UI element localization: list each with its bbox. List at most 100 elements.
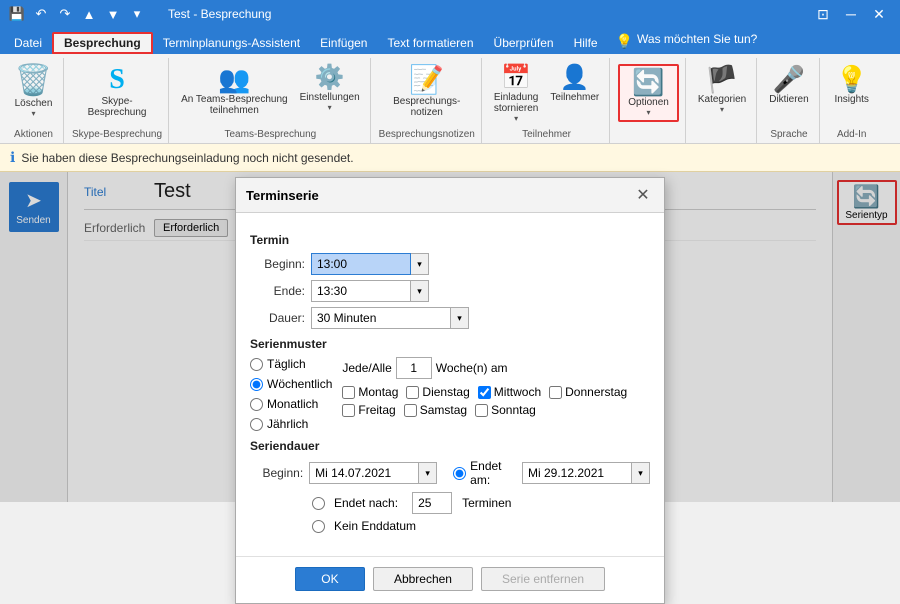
pattern-grid: Täglich Wöchentlich Monatlich Jährl [250, 357, 650, 431]
kein-enddatum-radio[interactable] [312, 520, 325, 533]
monatlich-label[interactable]: Monatlich [267, 397, 318, 411]
seriendauer-beginn-input[interactable] [309, 462, 419, 484]
insights-label: Insights [834, 94, 868, 105]
teams-settings-btn[interactable]: ⚙️ Einstellungen ▾ [296, 64, 364, 114]
endet-nach-label[interactable]: Endet nach: [334, 496, 398, 510]
ribbon-group-teams: 👥 An Teams-Besprechungteilnehmen ⚙️ Eins… [171, 58, 371, 143]
sonntag-checkbox[interactable] [475, 404, 488, 417]
tab-ueberpruefen[interactable]: Überprüfen [484, 32, 564, 54]
samstag-label[interactable]: Samstag [420, 403, 467, 417]
teams-label: Teams-Besprechung [225, 127, 317, 143]
redo-icon[interactable]: ↷ [56, 5, 74, 23]
customize-icon[interactable]: ▾ [128, 5, 146, 23]
dauer-input[interactable] [311, 307, 451, 329]
tab-einfuegen[interactable]: Einfügen [310, 32, 377, 54]
notizen-label: Besprechungsnotizen [379, 127, 475, 143]
freitag-label[interactable]: Freitag [358, 403, 395, 417]
endet-am-dropdown[interactable]: ▾ [632, 462, 650, 484]
termin-dauer-row: Dauer: ▾ [250, 307, 650, 329]
tab-datei[interactable]: Datei [4, 32, 52, 54]
tab-terminplanungs[interactable]: Terminplanungs-Assistent [153, 32, 310, 54]
dauer-dropdown-btn[interactable]: ▾ [451, 307, 469, 329]
sonntag-label[interactable]: Sonntag [491, 403, 536, 417]
seriendauer-beginn-dropdown[interactable]: ▾ [419, 462, 437, 484]
down-icon[interactable]: ▼ [104, 5, 122, 23]
skype-btn[interactable]: S Skype-Besprechung [84, 64, 151, 120]
modal-overlay: Terminserie ✕ Termin Beginn: ▾ Ende: [0, 172, 900, 502]
freitag-checkbox[interactable] [342, 404, 355, 417]
up-icon[interactable]: ▲ [80, 5, 98, 23]
serie-entfernen-btn[interactable]: Serie entfernen [481, 567, 605, 591]
close-btn[interactable]: ✕ [866, 4, 892, 24]
beginn-input[interactable] [311, 253, 411, 275]
save-icon[interactable]: 💾 [8, 5, 26, 23]
ende-input[interactable] [311, 280, 411, 302]
ribbon-group-teams-items: 👥 An Teams-Besprechungteilnehmen ⚙️ Eins… [177, 60, 364, 127]
endet-am-radio[interactable] [453, 467, 466, 480]
optionen-btn[interactable]: 🔄 Optionen ▾ [618, 64, 679, 122]
kein-enddatum-label[interactable]: Kein Enddatum [334, 519, 416, 533]
tab-besprechung[interactable]: Besprechung [52, 32, 153, 54]
ende-dropdown-btn[interactable]: ▾ [411, 280, 429, 302]
dialog-close-btn[interactable]: ✕ [632, 184, 654, 206]
teilnehmer-btn[interactable]: 👤 Teilnehmer [546, 64, 603, 105]
ribbon-group-aktionen-items: 🗑️ Löschen ▾ [11, 60, 57, 127]
endet-am-input[interactable] [522, 462, 632, 484]
ribbon-group-optionen-items: 🔄 Optionen ▾ [618, 60, 679, 138]
dienstag-label[interactable]: Dienstag [422, 385, 469, 399]
info-icon: ℹ [10, 149, 15, 166]
dienstag-checkbox[interactable] [406, 386, 419, 399]
mittwoch-label[interactable]: Mittwoch [494, 385, 541, 399]
diktieren-btn[interactable]: 🎤 Diktieren [765, 64, 812, 107]
dauer-label: Dauer: [250, 311, 305, 325]
endet-am-label[interactable]: Endet am: [470, 459, 518, 487]
monatlich-radio[interactable] [250, 398, 263, 411]
woechentlich-label[interactable]: Wöchentlich [267, 377, 332, 391]
beginn-label: Beginn: [250, 257, 305, 271]
kategorien-btn[interactable]: 🏴 Kategorien ▾ [694, 64, 750, 116]
jaehrlich-radio[interactable] [250, 418, 263, 431]
title-bar-left: 💾 ↶ ↷ ▲ ▼ ▾ Test - Besprechung [8, 5, 271, 23]
endet-nach-radio[interactable] [312, 497, 325, 510]
tab-was-moechten[interactable]: Was möchten Sie tun? [633, 28, 767, 50]
restore-btn[interactable]: ⊡ [810, 4, 836, 24]
jaehrlich-label[interactable]: Jährlich [267, 417, 308, 431]
mittwoch-checkbox[interactable] [478, 386, 491, 399]
freitag-item: Freitag [342, 403, 395, 417]
ok-btn[interactable]: OK [295, 567, 365, 591]
ribbon-group-optionen: 🔄 Optionen ▾ [612, 58, 686, 143]
tab-text-formatieren[interactable]: Text formatieren [377, 32, 483, 54]
abbrechen-btn[interactable]: Abbrechen [373, 567, 473, 591]
loeschen-btn[interactable]: 🗑️ Löschen ▾ [11, 64, 57, 120]
minimize-btn[interactable]: ─ [838, 4, 864, 24]
tab-hilfe[interactable]: Hilfe [564, 32, 608, 54]
taeglich-radio[interactable] [250, 358, 263, 371]
montag-item: Montag [342, 385, 398, 399]
jede-row: Jede/Alle Woche(n) am [342, 357, 650, 379]
woechentlich-row: Wöchentlich [250, 377, 332, 391]
insights-btn[interactable]: 💡 Insights [830, 64, 872, 107]
endet-nach-input[interactable] [412, 492, 452, 514]
ribbon-group-sprache-items: 🎤 Diktieren [765, 60, 812, 127]
notizen-btn[interactable]: 📝 Besprechungs-notizen [389, 64, 464, 120]
taeglich-label[interactable]: Täglich [267, 357, 306, 371]
samstag-checkbox[interactable] [404, 404, 417, 417]
woche-label: Woche(n) am [436, 361, 508, 375]
ende-label: Ende: [250, 284, 305, 298]
donnerstag-label[interactable]: Donnerstag [565, 385, 627, 399]
seriendauer-beginn-row: Beginn: ▾ Endet am: ▾ [250, 459, 650, 487]
jede-value-input[interactable] [396, 357, 432, 379]
undo-icon[interactable]: ↶ [32, 5, 50, 23]
montag-label[interactable]: Montag [358, 385, 398, 399]
loeschen-arrow: ▾ [31, 109, 35, 118]
donnerstag-checkbox[interactable] [549, 386, 562, 399]
notizen-icon: 📝 [409, 66, 444, 94]
montag-checkbox[interactable] [342, 386, 355, 399]
termine-label: Terminen [462, 496, 511, 510]
einladung-stornieren-btn[interactable]: 📅 Einladungstornieren ▾ [490, 64, 542, 125]
woechentlich-radio[interactable] [250, 378, 263, 391]
teams-join-btn[interactable]: 👥 An Teams-Besprechungteilnehmen [177, 64, 292, 118]
beginn-dropdown-btn[interactable]: ▾ [411, 253, 429, 275]
main-content: ➤ Senden Titel Test Erforderlich Erforde… [0, 172, 900, 502]
termin-section-title: Termin [250, 233, 650, 247]
